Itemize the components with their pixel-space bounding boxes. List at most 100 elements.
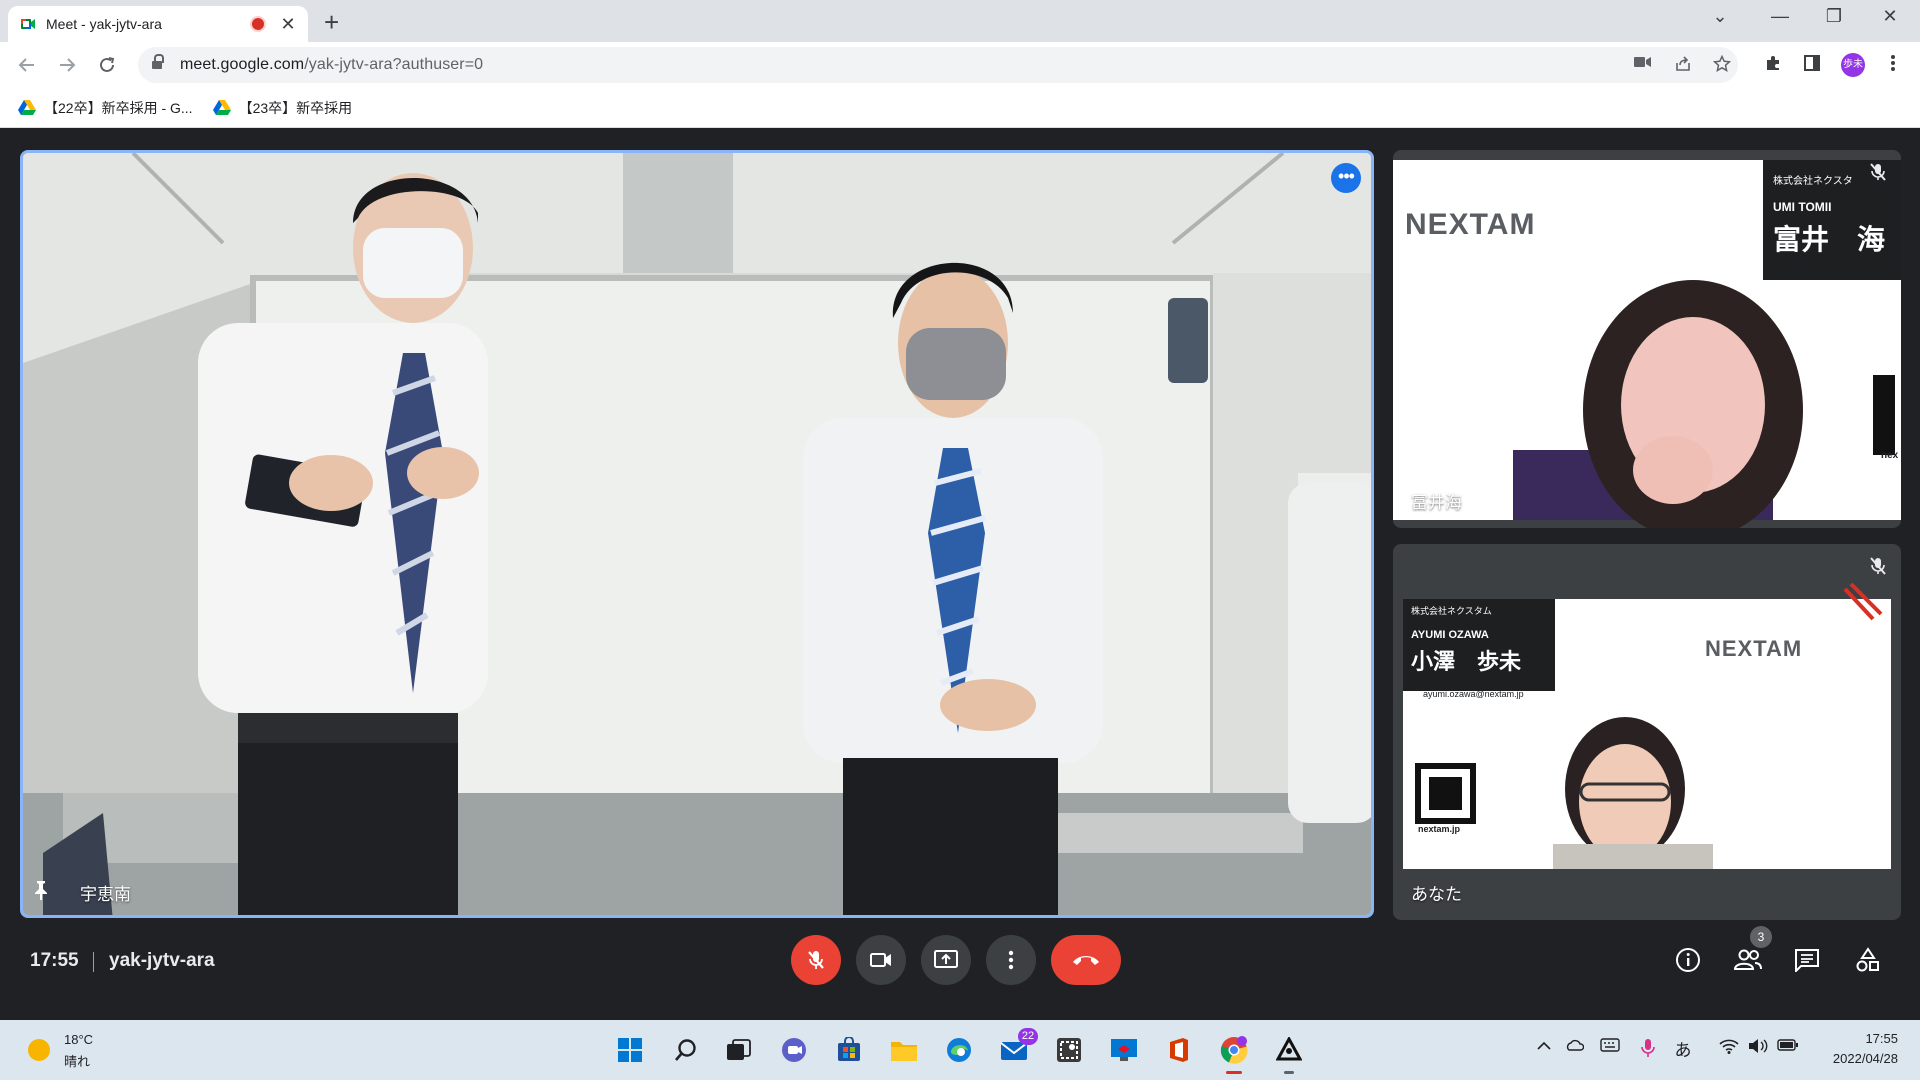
chat-button[interactable] (1791, 944, 1823, 976)
people-button[interactable] (1732, 944, 1764, 976)
people-icon (1733, 949, 1762, 970)
videocam-icon (870, 953, 891, 967)
notion-app-button[interactable] (1273, 1034, 1305, 1074)
meet-icon (20, 16, 36, 32)
weather-condition[interactable]: 晴れ (64, 1051, 90, 1070)
windows-taskbar: 18°C 晴れ 22 あ 17:55 2022/04/28 (0, 1020, 1920, 1080)
more-vert-icon (1008, 950, 1014, 970)
chrome-menu-icon[interactable] (1882, 54, 1904, 76)
chrome-button[interactable] (1218, 1034, 1250, 1074)
leave-call-button[interactable] (1051, 935, 1121, 985)
start-button[interactable] (614, 1034, 646, 1066)
app-delta-icon (1276, 1037, 1302, 1061)
card-kanji: 富井 海 (1773, 224, 1886, 255)
card-email: umi.tomii@nextam.j (1773, 258, 1861, 269)
pin-icon[interactable] (31, 879, 55, 903)
system-clock-date[interactable]: 2022/04/28 (1818, 1051, 1898, 1066)
microphone-toggle-button[interactable] (791, 935, 841, 985)
google-drive-icon (18, 99, 36, 115)
tab-search-icon[interactable]: ⌄ (1700, 6, 1740, 27)
side-panel-icon[interactable] (1801, 54, 1823, 76)
bookmark-label: 【23卒】新卒採用 (238, 99, 353, 116)
file-explorer-button[interactable] (888, 1034, 920, 1066)
more-options-button[interactable] (986, 935, 1036, 985)
ime-indicator[interactable]: あ (1671, 1036, 1695, 1061)
search-button[interactable] (670, 1034, 702, 1066)
microphone-in-use-icon[interactable] (1636, 1038, 1660, 1061)
tab-meet[interactable]: Meet - yak-jytv-ara ✕ (8, 6, 308, 42)
nextam-logo: NEXTAM (1405, 208, 1536, 241)
weather-temperature[interactable]: 18°C (64, 1032, 93, 1047)
bookmark-label: 【22卒】新卒採用 - G... (44, 99, 193, 116)
meeting-code: yak-jytv-ara (109, 950, 215, 971)
card-email: ayumi.ozawa@nextam.jp (1423, 689, 1524, 699)
snipping-tool-button[interactable] (1053, 1034, 1085, 1066)
self-view-tile[interactable]: 株式会社ネクスタム AYUMI OZAWA 小澤 歩未 ayumi.ozawa@… (1393, 544, 1901, 920)
activities-button[interactable] (1852, 944, 1884, 976)
microsoft-store-button[interactable] (833, 1034, 865, 1066)
close-window-button[interactable]: ✕ (1870, 6, 1910, 27)
office-icon (1170, 1038, 1188, 1062)
new-tab-button[interactable]: + (324, 8, 339, 36)
volume-icon[interactable] (1746, 1038, 1770, 1057)
tab-title: Meet - yak-jytv-ara (46, 16, 162, 32)
search-icon (675, 1039, 696, 1061)
share-icon[interactable] (1673, 55, 1693, 75)
camera-toggle-button[interactable] (856, 935, 906, 985)
participant-name: あなた (1411, 885, 1462, 904)
bookmark-star-icon[interactable] (1712, 54, 1732, 75)
weather-sun-icon[interactable] (28, 1039, 50, 1061)
lock-icon (152, 54, 164, 71)
wifi-icon[interactable] (1717, 1038, 1741, 1057)
bookmark-item[interactable]: 【23卒】新卒採用 (212, 98, 353, 118)
keyboard-icon[interactable] (1598, 1038, 1622, 1055)
battery-icon[interactable] (1776, 1038, 1800, 1055)
present-icon (934, 950, 958, 968)
tile-options-button[interactable]: ••• (1331, 163, 1361, 193)
edge-icon (947, 1038, 971, 1062)
tab-strip: Meet - yak-jytv-ara ✕ + ⌄ — ❐ ✕ (0, 0, 1920, 42)
meeting-details-button[interactable] (1672, 944, 1704, 976)
active-app-indicator (1226, 1071, 1242, 1074)
card-company: 株式会社ネクスタム (1411, 606, 1492, 616)
onedrive-icon[interactable] (1562, 1038, 1586, 1054)
show-hidden-icons-button[interactable] (1532, 1038, 1556, 1054)
task-view-button[interactable] (723, 1034, 755, 1066)
folder-icon (891, 1042, 917, 1061)
meeting-clock: 17:55 (30, 950, 79, 971)
edge-button[interactable] (943, 1034, 975, 1066)
chat-bubble-icon (782, 1038, 806, 1062)
remote-desktop-button[interactable] (1108, 1034, 1140, 1066)
forward-button[interactable] (52, 50, 82, 80)
call-controls-bar: 17:55 yak-jytv-ara 3 (0, 918, 1920, 1020)
address-bar[interactable]: meet.google.com/yak-jytv-ara?authuser=0 (138, 47, 1738, 83)
main-video-tile[interactable]: ••• 宇恵南 (20, 150, 1374, 918)
close-tab-icon[interactable]: ✕ (280, 14, 296, 35)
minimize-button[interactable]: — (1760, 6, 1800, 27)
reload-button[interactable] (92, 50, 122, 80)
video-feed-office (23, 153, 1371, 915)
nextam-logo: NEXTAM (1705, 636, 1803, 661)
divider (93, 952, 94, 972)
profile-avatar[interactable]: 歩未 (1841, 53, 1865, 77)
browser-toolbar: meet.google.com/yak-jytv-ara?authuser=0 … (0, 42, 1920, 88)
system-clock-time[interactable]: 17:55 (1818, 1031, 1898, 1046)
bookmark-item[interactable]: 【22卒】新卒採用 - G... (18, 98, 193, 118)
card-kanji: 小澤 歩未 (1411, 649, 1522, 674)
participant-name: 宇恵南 (80, 885, 131, 904)
snip-icon (1057, 1038, 1081, 1062)
camera-icon[interactable] (1633, 55, 1653, 75)
teams-chat-button[interactable] (778, 1034, 810, 1066)
windows-logo-icon (618, 1038, 642, 1062)
card-company: 株式会社ネクスタ (1773, 176, 1853, 187)
mic-off-icon (1868, 162, 1892, 186)
extensions-icon[interactable] (1762, 54, 1784, 76)
maximize-button[interactable]: ❐ (1814, 6, 1854, 27)
recording-indicator-icon (252, 18, 264, 30)
present-screen-button[interactable] (921, 935, 971, 985)
back-button[interactable] (12, 50, 42, 80)
office-button[interactable] (1163, 1034, 1195, 1066)
mail-button[interactable]: 22 (998, 1028, 1038, 1066)
running-app-indicator (1284, 1071, 1294, 1074)
participant-tile[interactable]: NEXTAM 株式会社ネクスタ UMI TOMII 富井 海 umi.tomii… (1393, 150, 1901, 528)
